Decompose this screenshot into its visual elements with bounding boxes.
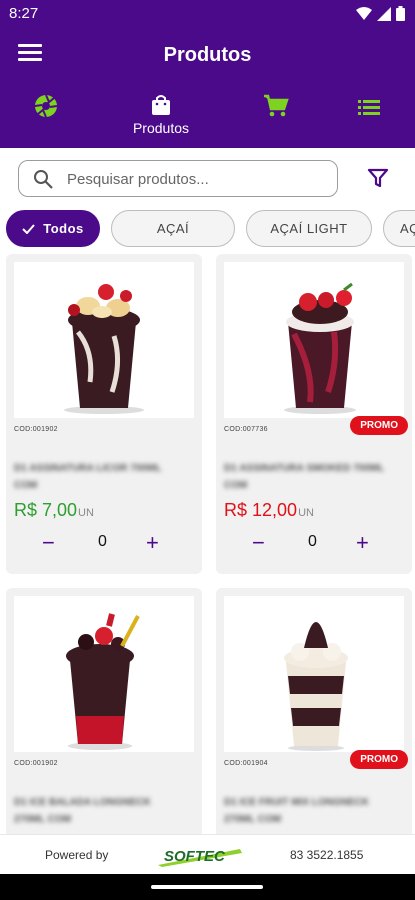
- wifi-icon: [356, 6, 372, 20]
- phone-number: 83 3522.1855: [290, 848, 364, 862]
- app-screen: 8:27 Produtos Produtos Pesquisar produto…: [0, 0, 415, 900]
- status-time: 8:27: [9, 5, 39, 22]
- promo-badge: PROMO: [350, 750, 408, 769]
- product-code: COD:001902: [14, 426, 58, 433]
- quantity-value: 0: [98, 533, 107, 550]
- quantity-stepper: − 0 +: [6, 530, 202, 556]
- cart-icon: [264, 94, 289, 117]
- app-bar: Produtos: [0, 30, 415, 84]
- tab-produtos-label: Produtos: [132, 120, 190, 136]
- signal-icon: [377, 6, 391, 21]
- increase-button[interactable]: +: [356, 530, 369, 556]
- chip-acai-light[interactable]: AÇAÍ LIGHT: [246, 210, 372, 247]
- acai-cup-image: [66, 613, 140, 750]
- product-price-value: R$ 7,00: [14, 500, 78, 520]
- acai-cup-image: [284, 622, 348, 751]
- product-price: R$ 12,00UN: [224, 500, 314, 521]
- product-grid: COD:001902 D1 ASSINATURA LICOR 700ML COM…: [0, 254, 415, 834]
- filter-button[interactable]: [367, 167, 389, 194]
- product-card[interactable]: COD:007736 PROMO D1 ASSINATURA SMOKED 70…: [216, 254, 412, 574]
- product-price: R$ 7,00UN: [14, 500, 94, 521]
- search-icon: [34, 170, 53, 189]
- tab-cart[interactable]: [236, 88, 316, 148]
- increase-button[interactable]: +: [146, 530, 159, 556]
- acai-cup-image: [284, 282, 356, 414]
- softec-logo-graphic: SOFTEC: [158, 848, 242, 867]
- quantity-value: 0: [308, 533, 317, 550]
- shopping-bag-icon: [152, 95, 170, 115]
- product-card[interactable]: COD:001904 PROMO D1 ICE FRUIT MIX LONGNE…: [216, 588, 412, 834]
- system-nav-bar: [0, 874, 415, 900]
- product-image: [224, 596, 404, 752]
- product-image: [14, 596, 194, 752]
- search-input[interactable]: [67, 167, 327, 191]
- softec-logo: SOFTEC: [158, 841, 246, 869]
- decrease-button[interactable]: −: [42, 530, 55, 556]
- product-card[interactable]: COD:001902 D1 ICE BALADA LONGNECK 270ML …: [6, 588, 202, 834]
- chip-todos-label: Todos: [43, 221, 84, 236]
- category-chips: Todos AÇAÍ AÇAÍ LIGHT AÇ: [0, 210, 415, 248]
- decrease-button[interactable]: −: [252, 530, 265, 556]
- chip-next-category[interactable]: AÇ: [383, 210, 415, 247]
- chip-acai[interactable]: AÇAÍ: [111, 210, 235, 247]
- powered-by-text: Powered by: [45, 848, 109, 862]
- header: 8:27 Produtos Produtos: [0, 0, 415, 148]
- product-code: COD:001902: [14, 760, 58, 767]
- tab-produtos[interactable]: Produtos: [121, 88, 201, 148]
- product-card[interactable]: COD:001902 D1 ASSINATURA LICOR 700ML COM…: [6, 254, 202, 574]
- footer: Powered by SOFTEC 83 3522.1855: [0, 834, 415, 874]
- tab-list[interactable]: [329, 88, 409, 148]
- home-gesture-handle[interactable]: [151, 885, 263, 889]
- product-image: [224, 262, 404, 418]
- status-icons: [356, 6, 405, 21]
- quantity-stepper: − 0 +: [216, 530, 412, 556]
- filter-icon: [367, 168, 389, 188]
- chip-acai-label: AÇAÍ: [156, 221, 190, 236]
- product-name: D1 ICE FRUIT MIX LONGNECK 270ML COM: [224, 797, 370, 825]
- product-unit: UN: [298, 507, 314, 519]
- chip-acai-light-label: AÇAÍ LIGHT: [270, 221, 348, 236]
- product-name: D1 ASSINATURA LICOR 700ML COM: [14, 463, 162, 491]
- product-name: D1 ASSINATURA SMOKED 700ML COM: [224, 463, 385, 491]
- tab-bar: Produtos: [0, 88, 415, 148]
- status-bar: 8:27: [0, 0, 415, 28]
- chip-next-category-label: AÇ: [400, 221, 415, 236]
- product-price-value: R$ 12,00: [224, 500, 298, 520]
- product-unit: UN: [78, 507, 94, 519]
- product-code: COD:007736: [224, 426, 268, 433]
- page-title: Produtos: [163, 44, 252, 66]
- search-field[interactable]: [18, 160, 338, 197]
- product-code: COD:001904: [224, 760, 268, 767]
- aperture-icon: [34, 94, 58, 118]
- list-icon: [358, 100, 380, 115]
- product-name: D1 ICE BALADA LONGNECK 270ML COM: [14, 797, 151, 825]
- battery-icon: [396, 6, 405, 21]
- chip-todos[interactable]: Todos: [6, 210, 100, 247]
- product-image: [14, 262, 194, 418]
- check-icon: [22, 223, 35, 234]
- tab-aperture[interactable]: [6, 88, 86, 148]
- acai-cup-image: [64, 284, 144, 414]
- softec-logo-text: SOFTEC: [164, 848, 226, 865]
- promo-badge: PROMO: [350, 416, 408, 435]
